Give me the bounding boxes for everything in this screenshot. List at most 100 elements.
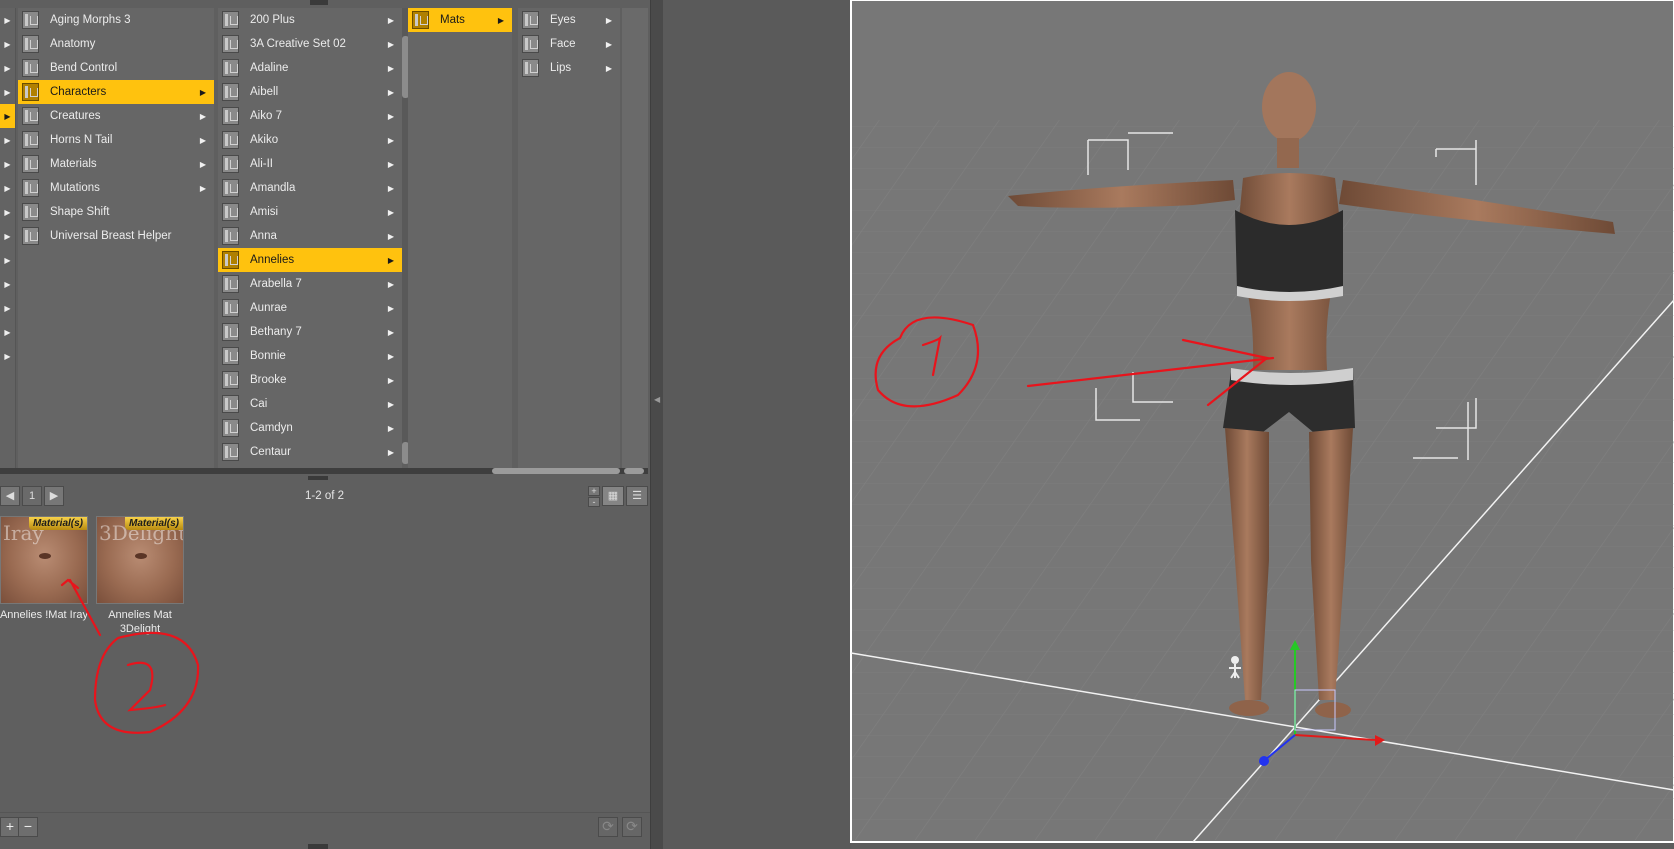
character-folder-item[interactable]: Amandla ▶ [218, 176, 402, 200]
tree-expand-icon[interactable]: ▶ [0, 272, 15, 296]
submenu-arrow-icon[interactable]: ▶ [384, 136, 398, 145]
submenu-arrow-icon[interactable]: ▶ [384, 400, 398, 409]
material-folder-item[interactable]: Face ▶ [518, 32, 620, 56]
folder-item[interactable]: Characters ▶ [18, 80, 214, 104]
submenu-arrow-icon[interactable]: ▶ [384, 16, 398, 25]
character-folder-item[interactable]: Arabella 7 ▶ [218, 272, 402, 296]
material-folder-item[interactable]: Eyes ▶ [518, 8, 620, 32]
tree-expand-icon[interactable]: ▶ [0, 224, 15, 248]
submenu-arrow-icon[interactable]: ▶ [602, 64, 616, 73]
tree-expand-icon[interactable]: ▶ [0, 8, 15, 32]
folder-item[interactable]: Bend Control [18, 56, 214, 80]
tree-expand-icon[interactable]: ▶ [0, 56, 15, 80]
tree-expand-icon[interactable]: ▶ [0, 80, 15, 104]
remove-button[interactable]: − [18, 817, 38, 837]
submenu-arrow-icon[interactable]: ▶ [494, 16, 508, 25]
character-folder-item[interactable]: Adaline ▶ [218, 56, 402, 80]
folder-label: Camdyn [250, 422, 293, 434]
tree-expand-icon[interactable]: ▶ [0, 128, 15, 152]
submenu-arrow-icon[interactable]: ▶ [196, 184, 210, 193]
submenu-arrow-icon[interactable]: ▶ [196, 88, 210, 97]
submenu-arrow-icon[interactable]: ▶ [384, 424, 398, 433]
character-folder-item[interactable]: Annelies ▶ [218, 248, 402, 272]
character-folder-item[interactable]: Akiko ▶ [218, 128, 402, 152]
tree-expand-icon[interactable]: ▶ [0, 152, 15, 176]
character-folder-item[interactable]: Bonnie ▶ [218, 344, 402, 368]
3d-viewport[interactable] [663, 0, 1674, 849]
submenu-arrow-icon[interactable]: ▶ [196, 112, 210, 121]
tree-expand-icon[interactable]: ▶ [0, 200, 15, 224]
folder-item[interactable]: Shape Shift [18, 200, 214, 224]
zoom-in-button[interactable]: + [588, 486, 600, 496]
pane-splitter[interactable]: ◀ [651, 0, 663, 849]
submenu-arrow-icon[interactable]: ▶ [384, 160, 398, 169]
character-folder-item[interactable]: Centaur ▶ [218, 440, 402, 464]
next-page-button[interactable]: ▶ [44, 486, 64, 506]
submenu-arrow-icon[interactable]: ▶ [196, 136, 210, 145]
character-folder-item[interactable]: Aiko 7 ▶ [218, 104, 402, 128]
character-folder-item[interactable]: Amisi ▶ [218, 200, 402, 224]
submenu-arrow-icon[interactable]: ▶ [384, 40, 398, 49]
tree-expand-icon[interactable]: ▶ [0, 248, 15, 272]
submenu-arrow-icon[interactable]: ▶ [384, 304, 398, 313]
character-folder-item[interactable]: 200 Plus ▶ [218, 8, 402, 32]
zoom-out-button[interactable]: - [588, 497, 600, 507]
tree-expand-icon[interactable]: ▶ [0, 296, 15, 320]
character-folder-item[interactable]: Camdyn ▶ [218, 416, 402, 440]
submenu-arrow-icon[interactable]: ▶ [602, 16, 616, 25]
submenu-arrow-icon[interactable]: ▶ [196, 160, 210, 169]
prev-page-button[interactable]: ◀ [0, 486, 20, 506]
panel-resize-grip-bottom[interactable] [308, 844, 328, 849]
viewport-scene[interactable] [663, 0, 1674, 849]
horizontal-scrollbar-end-button[interactable] [624, 468, 644, 474]
folder-item[interactable]: Creatures ▶ [18, 104, 214, 128]
horizontal-scrollbar[interactable] [0, 468, 648, 474]
folder-item[interactable]: Horns N Tail ▶ [18, 128, 214, 152]
submenu-arrow-icon[interactable]: ▶ [384, 184, 398, 193]
refresh-button[interactable]: ⟳ [622, 817, 642, 837]
page-number-field[interactable]: 1 [22, 486, 42, 506]
submenu-arrow-icon[interactable]: ▶ [602, 40, 616, 49]
submenu-arrow-icon[interactable]: ▶ [384, 256, 398, 265]
submenu-arrow-icon[interactable]: ▶ [384, 280, 398, 289]
tree-expand-icon[interactable]: ▶ [0, 344, 15, 368]
submenu-arrow-icon[interactable]: ▶ [384, 376, 398, 385]
icon-view-button[interactable]: ▦ [602, 486, 624, 506]
horizontal-scrollbar-thumb[interactable] [492, 468, 620, 474]
material-folder-item[interactable]: Lips ▶ [518, 56, 620, 80]
list-view-button[interactable]: ☰ [626, 486, 648, 506]
mats-folder-item[interactable]: Mats ▶ [408, 8, 512, 32]
character-folder-item[interactable]: Ali-II ▶ [218, 152, 402, 176]
sync-button[interactable]: ⟳ [598, 817, 618, 837]
character-folder-item[interactable]: Brooke ▶ [218, 368, 402, 392]
character-folder-item[interactable]: 3A Creative Set 02 ▶ [218, 32, 402, 56]
folder-item[interactable]: Anatomy [18, 32, 214, 56]
tree-expand-icon[interactable]: ▶ [0, 320, 15, 344]
panel-resize-grip-top[interactable] [310, 0, 328, 5]
tree-expand-icon[interactable]: ▶ [0, 32, 15, 56]
character-folder-item[interactable]: Bethany 7 ▶ [218, 320, 402, 344]
submenu-arrow-icon[interactable]: ▶ [384, 88, 398, 97]
add-button[interactable]: + [0, 817, 20, 837]
character-folder-item[interactable]: Anna ▶ [218, 224, 402, 248]
submenu-arrow-icon[interactable]: ▶ [384, 352, 398, 361]
submenu-arrow-icon[interactable]: ▶ [384, 112, 398, 121]
submenu-arrow-icon[interactable]: ▶ [384, 328, 398, 337]
folder-label: Akiko [250, 134, 279, 146]
panel-resize-grip-middle[interactable] [308, 476, 328, 480]
folder-item[interactable]: Materials ▶ [18, 152, 214, 176]
submenu-arrow-icon[interactable]: ▶ [384, 64, 398, 73]
submenu-arrow-icon[interactable]: ▶ [384, 232, 398, 241]
folder-item[interactable]: Universal Breast Helper [18, 224, 214, 248]
submenu-arrow-icon[interactable]: ▶ [384, 448, 398, 457]
tree-expand-icon[interactable]: ▶ [0, 104, 15, 128]
character-folder-item[interactable]: Aibell ▶ [218, 80, 402, 104]
character-folder-item[interactable]: Aunrae ▶ [218, 296, 402, 320]
folder-item[interactable]: Mutations ▶ [18, 176, 214, 200]
tree-expand-icon[interactable]: ▶ [0, 176, 15, 200]
folder-icon [222, 371, 239, 389]
character-folder-item[interactable]: Cai ▶ [218, 392, 402, 416]
splitter-arrow-icon[interactable]: ◀ [654, 390, 660, 410]
submenu-arrow-icon[interactable]: ▶ [384, 208, 398, 217]
folder-item[interactable]: Aging Morphs 3 [18, 8, 214, 32]
